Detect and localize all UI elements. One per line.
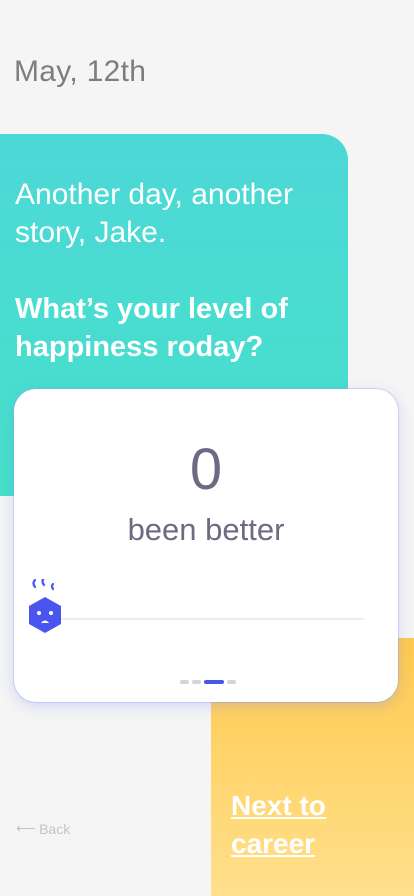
greeting-text: Another day, another story, Jake. — [15, 178, 293, 249]
sad-hexagon-face-icon — [29, 576, 61, 633]
pager-dot[interactable] — [192, 680, 201, 684]
pager-dot-active[interactable] — [204, 680, 224, 684]
date-heading: May, 12th — [14, 55, 147, 88]
pager-dots — [180, 680, 236, 684]
back-arrow-icon: ⟵ — [16, 820, 36, 836]
back-button[interactable]: ⟵ Back — [16, 820, 70, 837]
mood-card: 0 been better — [14, 389, 398, 702]
pager-dot[interactable] — [227, 680, 236, 684]
happiness-slider-track[interactable] — [44, 618, 364, 620]
happiness-score: 0 — [189, 437, 223, 502]
happiness-slider-thumb[interactable] — [24, 576, 66, 639]
back-label: Back — [39, 820, 71, 837]
happiness-label: been better — [127, 512, 285, 547]
happiness-question: What’s your level of happiness roday? — [15, 293, 288, 363]
pager-dot[interactable] — [180, 680, 189, 684]
next-to-career-link[interactable]: Next to career — [231, 787, 401, 863]
